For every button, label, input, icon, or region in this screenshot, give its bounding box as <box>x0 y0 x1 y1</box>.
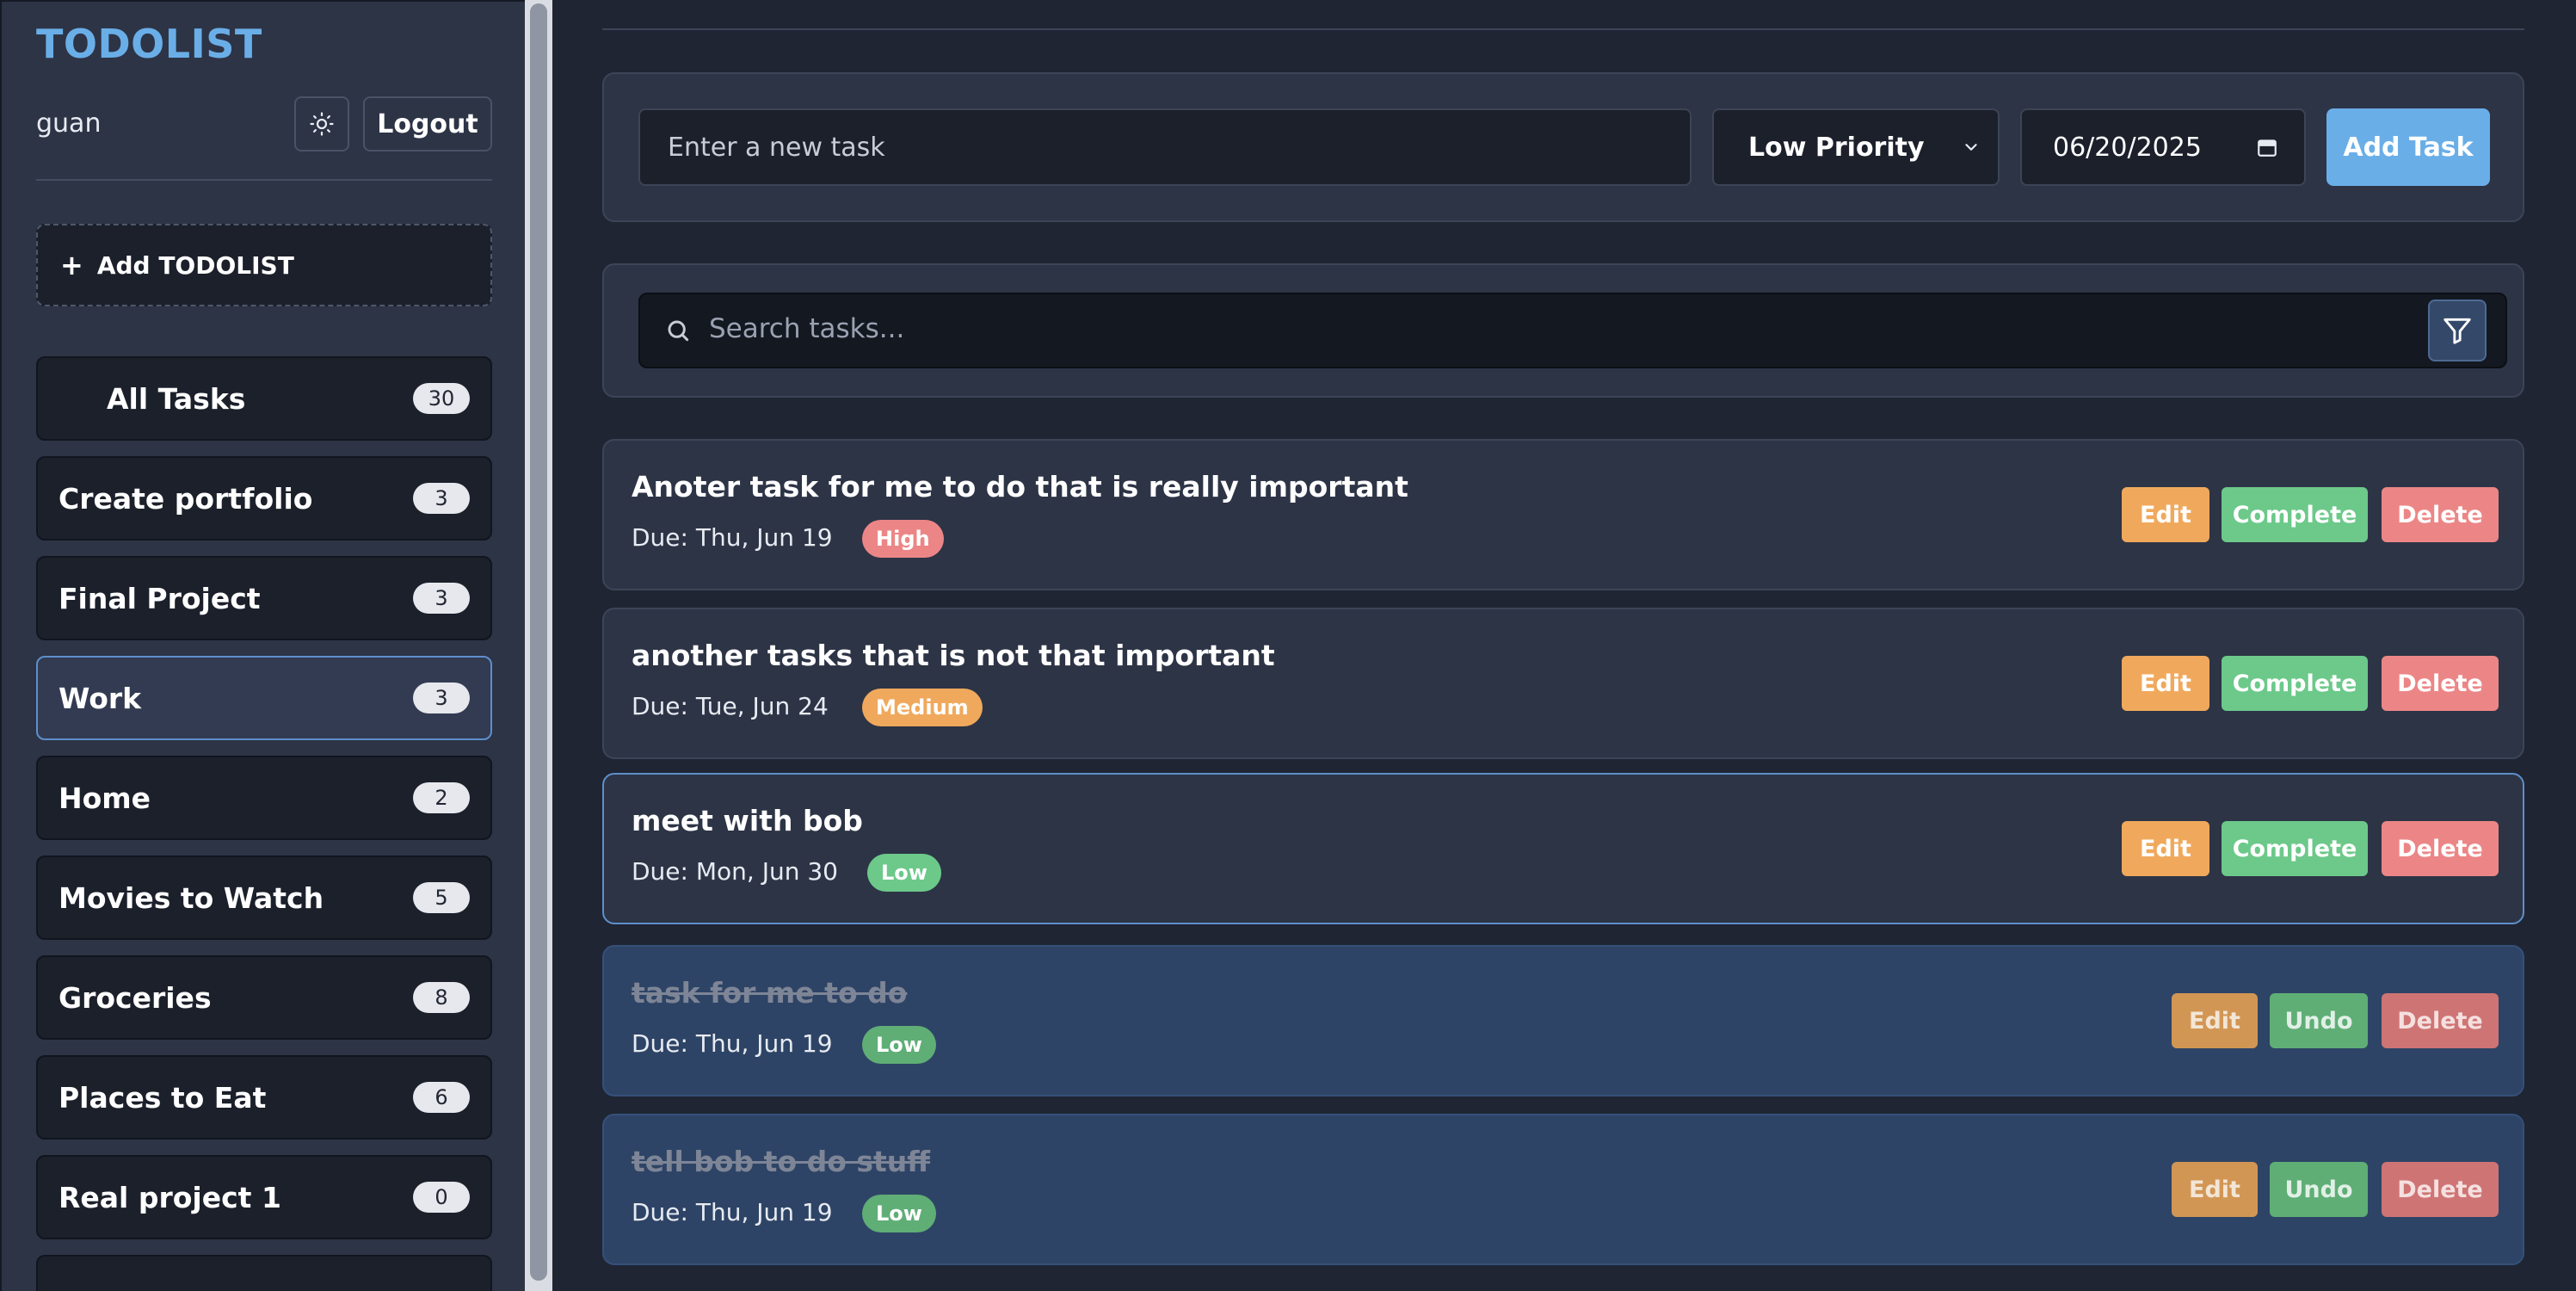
sidebar-item-label: Movies to Watch <box>59 880 324 915</box>
sidebar-item-label: Real project 1 <box>59 1180 281 1214</box>
count-badge: 30 <box>413 383 470 414</box>
priority-select[interactable]: Low Priority <box>1712 108 2000 186</box>
sidebar-item-all-tasks[interactable]: All Tasks 30 <box>36 356 492 441</box>
delete-button[interactable]: Delete <box>2382 993 2499 1048</box>
count-badge: 3 <box>413 483 470 514</box>
edit-button[interactable]: Edit <box>2122 656 2209 711</box>
task-title: task for me to do <box>632 976 908 1010</box>
priority-badge: Low <box>862 1195 936 1232</box>
task-due-date: Due: Thu, Jun 19 <box>632 523 833 552</box>
sidebar-item-real-project-1[interactable]: Real project 1 0 <box>36 1155 492 1239</box>
undo-button[interactable]: Undo <box>2270 1162 2368 1217</box>
sidebar-item-movies-to-watch[interactable]: Movies to Watch 5 <box>36 856 492 940</box>
sidebar-scrollbar-thumb[interactable] <box>530 3 547 1281</box>
sidebar-item-final-project[interactable]: Final Project 3 <box>36 556 492 640</box>
task-due-date: Due: Thu, Jun 19 <box>632 1029 833 1058</box>
plus-icon: + <box>60 249 83 281</box>
task-title: tell bob to do stuff <box>632 1145 931 1178</box>
sidebar-item-places-to-eat[interactable]: Places to Eat 6 <box>36 1055 492 1140</box>
sun-icon <box>310 112 334 136</box>
task-title: another tasks that is not that important <box>632 639 1275 672</box>
filter-icon <box>2444 318 2471 344</box>
edit-button[interactable]: Edit <box>2122 487 2209 542</box>
sidebar-item-label: Home <box>59 781 151 815</box>
delete-button[interactable]: Delete <box>2382 1162 2499 1217</box>
delete-button[interactable]: Delete <box>2382 821 2499 876</box>
count-badge: 2 <box>413 782 470 813</box>
task-item: task for me to do Due: Thu, Jun 19 Low E… <box>602 945 2524 1096</box>
new-task-input[interactable] <box>638 108 1692 186</box>
edit-button[interactable]: Edit <box>2172 1162 2258 1217</box>
theme-toggle-button[interactable] <box>294 96 349 151</box>
due-date-input[interactable]: 06/20/2025 <box>2020 108 2306 186</box>
sidebar-item-label: Create portfolio <box>59 481 313 516</box>
edit-button[interactable]: Edit <box>2122 821 2209 876</box>
task-item: tell bob to do stuff Due: Thu, Jun 19 Lo… <box>602 1114 2524 1265</box>
task-due-date: Due: Mon, Jun 30 <box>632 857 838 886</box>
count-badge: 8 <box>413 982 470 1013</box>
delete-button[interactable]: Delete <box>2382 656 2499 711</box>
delete-button[interactable]: Delete <box>2382 487 2499 542</box>
app-logo: TODOLIST <box>36 21 262 67</box>
sidebar-item-label: All Tasks <box>107 381 246 416</box>
complete-button[interactable]: Complete <box>2222 821 2368 876</box>
task-title: Anoter task for me to do that is really … <box>632 470 1408 503</box>
sidebar-item-label: Places to Eat <box>59 1080 267 1115</box>
add-task-button[interactable]: Add Task <box>2326 108 2490 186</box>
divider <box>602 28 2524 30</box>
search-input[interactable]: Search tasks... <box>638 293 2507 368</box>
sidebar-item-label: Final Project <box>59 581 261 615</box>
priority-badge: Low <box>862 1026 936 1064</box>
sidebar: TODOLIST guan Logout + Add TODOLIST All … <box>0 0 525 1291</box>
count-badge: 3 <box>413 683 470 713</box>
task-item: another tasks that is not that important… <box>602 608 2524 759</box>
filter-button[interactable] <box>2428 300 2487 361</box>
complete-button[interactable]: Complete <box>2222 656 2368 711</box>
sidebar-item-work[interactable]: Work 3 <box>36 656 492 740</box>
task-due-date: Due: Thu, Jun 19 <box>632 1198 833 1226</box>
count-badge: 3 <box>413 583 470 614</box>
search-icon <box>664 317 692 348</box>
priority-badge: Medium <box>862 689 983 726</box>
undo-button[interactable]: Undo <box>2270 993 2368 1048</box>
due-date-value: 06/20/2025 <box>2053 132 2202 163</box>
edit-button[interactable]: Edit <box>2172 993 2258 1048</box>
sidebar-item-label: Work <box>59 681 142 715</box>
priority-badge: Low <box>867 854 941 892</box>
add-todolist-button[interactable]: + Add TODOLIST <box>36 224 492 306</box>
task-item: meet with bob Due: Mon, Jun 30 Low Edit … <box>602 773 2524 924</box>
logout-button[interactable]: Logout <box>363 96 492 151</box>
add-todolist-label: Add TODOLIST <box>96 250 294 280</box>
sidebar-item-create-portfolio[interactable]: Create portfolio 3 <box>36 456 492 540</box>
count-badge: 6 <box>413 1082 470 1113</box>
search-placeholder: Search tasks... <box>709 313 905 344</box>
calendar-icon[interactable] <box>2256 136 2278 158</box>
task-item: Anoter task for me to do that is really … <box>602 439 2524 590</box>
chevron-down-icon <box>1965 144 1977 151</box>
task-due-date: Due: Tue, Jun 24 <box>632 692 829 720</box>
sidebar-item-groceries[interactable]: Groceries 8 <box>36 955 492 1040</box>
task-title: meet with bob <box>632 804 863 837</box>
sidebar-item-label: Groceries <box>59 980 212 1015</box>
priority-badge: High <box>862 520 944 558</box>
sidebar-item-home[interactable]: Home 2 <box>36 756 492 840</box>
divider <box>36 179 492 181</box>
username: guan <box>36 108 102 139</box>
count-badge: 0 <box>413 1182 470 1213</box>
sidebar-item-partial[interactable] <box>36 1255 492 1291</box>
complete-button[interactable]: Complete <box>2222 487 2368 542</box>
count-badge: 5 <box>413 882 470 913</box>
priority-select-value: Low Priority <box>1748 132 1925 163</box>
